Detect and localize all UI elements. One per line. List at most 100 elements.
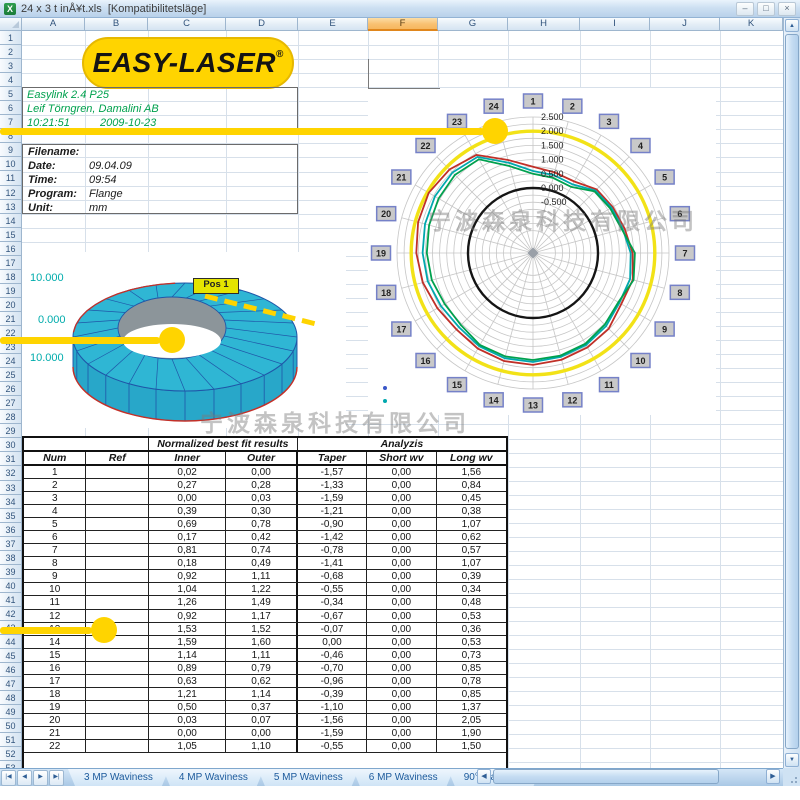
column-header-D[interactable]: D (226, 18, 298, 31)
scroll-down-icon[interactable]: ▼ (785, 753, 799, 767)
point-label-16: 16 (416, 353, 435, 367)
radial-axis-label: 1.500 (541, 140, 564, 150)
column-header-G[interactable]: G (438, 18, 508, 31)
app-version-line: Easylink 2.4 P25 (23, 88, 297, 102)
restore-button[interactable]: □ (757, 2, 775, 16)
row-header-38[interactable]: 38 (0, 551, 22, 565)
row-header-9[interactable]: 9 (0, 143, 22, 157)
sheet-tab-6-mp-waviness[interactable]: 6 MP Waviness (353, 769, 454, 786)
column-header-J[interactable]: J (650, 18, 720, 31)
row-header-48[interactable]: 48 (0, 691, 22, 705)
row-header-15[interactable]: 15 (0, 228, 22, 242)
cell-value (86, 531, 148, 543)
row-header-36[interactable]: 36 (0, 523, 22, 537)
row-header-49[interactable]: 49 (0, 705, 22, 719)
row-header-19[interactable]: 19 (0, 284, 22, 298)
scroll-up-icon[interactable]: ▲ (785, 19, 799, 32)
row-header-47[interactable]: 47 (0, 677, 22, 691)
row-header-4[interactable]: 4 (0, 73, 22, 87)
row-header-33[interactable]: 33 (0, 481, 22, 495)
select-all-corner[interactable] (0, 18, 22, 31)
minimize-button[interactable]: – (736, 2, 754, 16)
row-header-50[interactable]: 50 (0, 719, 22, 733)
vertical-scroll-thumb[interactable] (785, 34, 799, 749)
row-header-26[interactable]: 26 (0, 382, 22, 396)
svg-text:9: 9 (662, 325, 667, 335)
row-header-10[interactable]: 10 (0, 157, 22, 171)
row-header-30[interactable]: 30 (0, 438, 22, 452)
next-sheet-button[interactable]: ▶ (33, 770, 48, 786)
row-header-52[interactable]: 52 (0, 747, 22, 761)
scroll-right-icon[interactable]: ▶ (766, 769, 780, 784)
row-header-6[interactable]: 6 (0, 101, 22, 115)
row-header-2[interactable]: 2 (0, 45, 22, 59)
table-row: 90,921,11-0,680,000,39 (24, 570, 506, 583)
svg-text:1: 1 (530, 97, 535, 107)
row-header-18[interactable]: 18 (0, 270, 22, 284)
row-header-31[interactable]: 31 (0, 452, 22, 466)
column-header-K[interactable]: K (720, 18, 783, 31)
first-sheet-button[interactable]: |◀ (1, 770, 16, 786)
column-header-A[interactable]: A (22, 18, 85, 31)
row-header-13[interactable]: 13 (0, 200, 22, 214)
row-header-14[interactable]: 14 (0, 214, 22, 228)
row-header-32[interactable]: 32 (0, 466, 22, 480)
row-header-17[interactable]: 17 (0, 256, 22, 270)
row-header-24[interactable]: 24 (0, 354, 22, 368)
cell-value: 1,07 (437, 518, 506, 530)
row-header-5[interactable]: 5 (0, 87, 22, 101)
column-header-E[interactable]: E (298, 18, 368, 31)
horizontal-scroll-thumb[interactable] (493, 769, 719, 784)
row-header-40[interactable]: 40 (0, 579, 22, 593)
cell-value (86, 649, 148, 661)
row-header-37[interactable]: 37 (0, 537, 22, 551)
vertical-scrollbar[interactable]: ▲ ▼ (783, 18, 800, 770)
cell-value: 1,17 (226, 610, 297, 622)
row-header-41[interactable]: 41 (0, 593, 22, 607)
row-header-46[interactable]: 46 (0, 663, 22, 677)
table-row: 10,020,00-1,570,001,56 (24, 466, 506, 479)
column-header-I[interactable]: I (580, 18, 650, 31)
cell-value: 0,73 (437, 649, 506, 661)
row-header-45[interactable]: 45 (0, 649, 22, 663)
row-header-27[interactable]: 27 (0, 396, 22, 410)
row-header-16[interactable]: 16 (0, 242, 22, 256)
row-header-11[interactable]: 11 (0, 171, 22, 185)
sheet-tab-4-mp-waviness[interactable]: 4 MP Waviness (163, 769, 264, 786)
row-header-28[interactable]: 28 (0, 410, 22, 424)
column-header-B[interactable]: B (85, 18, 148, 31)
row-header-12[interactable]: 12 (0, 186, 22, 200)
last-sheet-button[interactable]: ▶| (49, 770, 64, 786)
cell-num: 1 (24, 466, 86, 478)
cell-value: 0,36 (437, 623, 506, 635)
sheet-tab-5-mp-waviness[interactable]: 5 MP Waviness (258, 769, 359, 786)
row-header-3[interactable]: 3 (0, 59, 22, 73)
prev-sheet-button[interactable]: ◀ (17, 770, 32, 786)
cell-value: 0,79 (226, 662, 297, 674)
row-header-1[interactable]: 1 (0, 31, 22, 45)
cell-value: 0,53 (437, 636, 506, 648)
row-header-34[interactable]: 34 (0, 495, 22, 509)
close-button[interactable]: × (778, 2, 796, 16)
row-header-20[interactable]: 20 (0, 298, 22, 312)
column-header-C[interactable]: C (148, 18, 226, 31)
column-header-F[interactable]: F (368, 18, 438, 31)
radial-axis-label: 2.000 (541, 126, 564, 136)
sheet-tab-3-mp-waviness[interactable]: 3 MP Waviness (68, 769, 169, 786)
window-resize-grip[interactable] (783, 768, 800, 786)
scroll-left-icon[interactable]: ◀ (477, 769, 491, 784)
row-header-39[interactable]: 39 (0, 565, 22, 579)
point-label-22: 22 (416, 139, 435, 153)
row-header-35[interactable]: 35 (0, 509, 22, 523)
row-header-44[interactable]: 44 (0, 635, 22, 649)
horizontal-scrollbar[interactable]: ◀ ▶ (477, 769, 783, 785)
column-header-H[interactable]: H (508, 18, 580, 31)
row-header-42[interactable]: 42 (0, 607, 22, 621)
row-header-51[interactable]: 51 (0, 733, 22, 747)
row-header-29[interactable]: 29 (0, 424, 22, 438)
cell-value: -0,96 (298, 675, 367, 687)
row-header-25[interactable]: 25 (0, 368, 22, 382)
row-header-21[interactable]: 21 (0, 312, 22, 326)
flange-axis-label-top: 10.000 (30, 272, 64, 284)
polar-deviation-chart[interactable]: 2.5002.0001.5001.0000.5000.000-0.5001234… (368, 88, 716, 415)
